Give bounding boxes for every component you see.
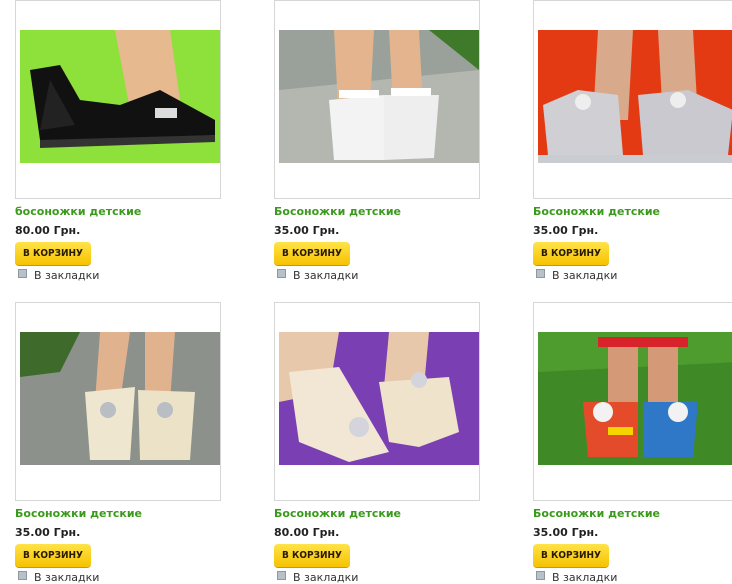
- add-to-cart-button[interactable]: В КОРЗИНУ: [15, 544, 91, 567]
- bookmark-link[interactable]: В закладки: [277, 571, 358, 584]
- product-title-link[interactable]: босоножки детские: [15, 205, 141, 218]
- product-title-link[interactable]: Босоножки детские: [533, 507, 660, 520]
- product-price: 35.00 Грн.: [533, 224, 599, 237]
- product-price: 35.00 Грн.: [533, 526, 599, 539]
- bookmark-label: В закладки: [552, 269, 618, 282]
- bookmark-icon: [277, 571, 286, 580]
- product-title-link[interactable]: Босоножки детские: [274, 205, 401, 218]
- bookmark-link[interactable]: В закладки: [277, 269, 358, 282]
- product-price: 35.00 Грн.: [274, 224, 340, 237]
- product-price: 80.00 Грн.: [15, 224, 81, 237]
- product-photo[interactable]: [538, 30, 732, 163]
- product-photo[interactable]: [20, 332, 220, 465]
- bookmark-label: В закладки: [34, 571, 100, 584]
- bookmark-label: В закладки: [34, 269, 100, 282]
- product-price: 35.00 Грн.: [15, 526, 81, 539]
- product-title-link[interactable]: Босоножки детские: [533, 205, 660, 218]
- product-image-frame[interactable]: [274, 302, 480, 501]
- product-image-frame[interactable]: [15, 302, 221, 501]
- bookmark-label: В закладки: [293, 269, 359, 282]
- bookmark-link[interactable]: В закладки: [18, 269, 99, 282]
- product-photo[interactable]: [538, 332, 732, 465]
- bookmark-label: В закладки: [552, 571, 618, 584]
- product-price: 80.00 Грн.: [274, 526, 340, 539]
- add-to-cart-button[interactable]: В КОРЗИНУ: [533, 544, 609, 567]
- bookmark-link[interactable]: В закладки: [536, 571, 617, 584]
- product-photo[interactable]: [20, 30, 220, 163]
- product-image-frame[interactable]: [15, 0, 221, 199]
- product-image-frame[interactable]: [274, 0, 480, 199]
- add-to-cart-button[interactable]: В КОРЗИНУ: [533, 242, 609, 265]
- product-title-link[interactable]: Босоножки детские: [274, 507, 401, 520]
- product-title-link[interactable]: Босоножки детские: [15, 507, 142, 520]
- bookmark-icon: [277, 269, 286, 278]
- bookmark-label: В закладки: [293, 571, 359, 584]
- product-image-frame[interactable]: [533, 0, 732, 199]
- bookmark-icon: [18, 269, 27, 278]
- product-photo[interactable]: [279, 332, 479, 465]
- add-to-cart-button[interactable]: В КОРЗИНУ: [274, 544, 350, 567]
- product-photo[interactable]: [279, 30, 479, 163]
- bookmark-icon: [18, 571, 27, 580]
- product-image-frame[interactable]: [533, 302, 732, 501]
- bookmark-icon: [536, 269, 545, 278]
- bookmark-icon: [536, 571, 545, 580]
- add-to-cart-button[interactable]: В КОРЗИНУ: [15, 242, 91, 265]
- bookmark-link[interactable]: В закладки: [18, 571, 99, 584]
- bookmark-link[interactable]: В закладки: [536, 269, 617, 282]
- add-to-cart-button[interactable]: В КОРЗИНУ: [274, 242, 350, 265]
